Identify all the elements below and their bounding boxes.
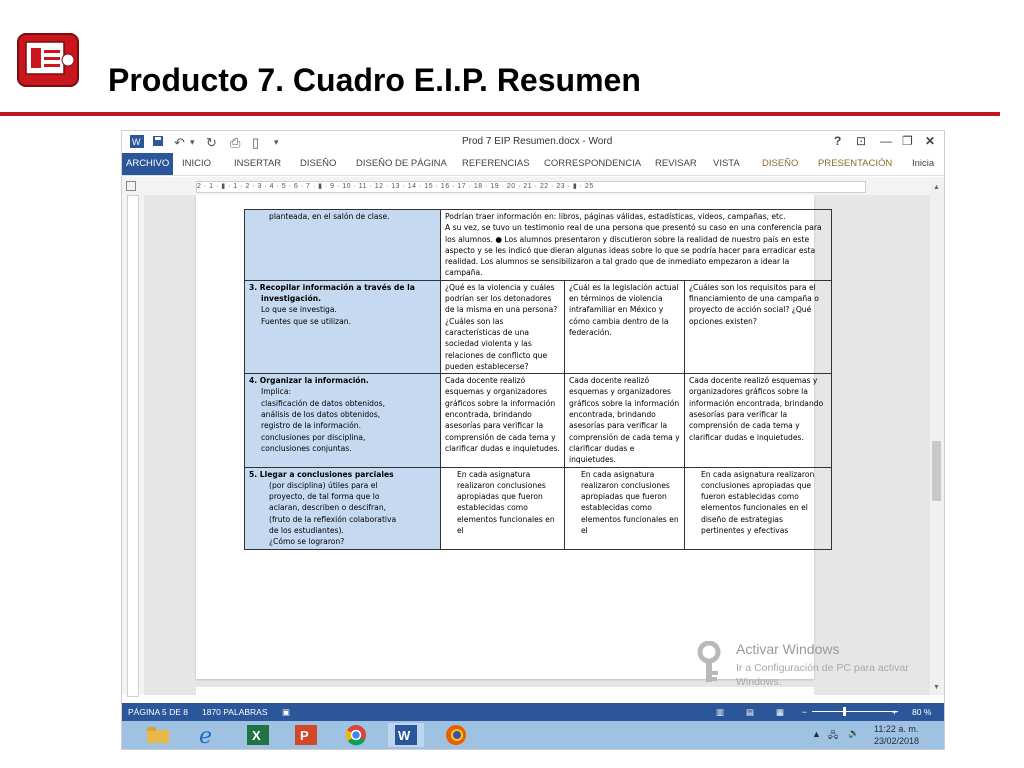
vertical-ruler[interactable] <box>122 195 144 697</box>
activate-title: Activar Windows <box>736 641 840 657</box>
new-doc-icon[interactable]: ▯ <box>252 135 259 151</box>
activate-subtitle: Ir a Configuración de PC para activar Wi… <box>736 662 909 688</box>
excel-icon[interactable]: X <box>240 723 276 747</box>
zoom-out-icon[interactable]: − <box>802 707 807 717</box>
table-row: 4. Organizar la información. Implica: cl… <box>244 373 832 468</box>
word-logo-icon[interactable]: W <box>130 135 144 151</box>
tab-archivo[interactable]: ARCHIVO <box>122 153 174 175</box>
tab-revisar[interactable]: REVISAR <box>655 158 697 169</box>
zoom-level[interactable]: 80 % <box>912 707 931 717</box>
user-sign-in[interactable]: Inicia <box>912 158 934 169</box>
powerpoint-icon[interactable]: P <box>288 723 324 747</box>
slide-title: Producto 7. Cuadro E.I.P. Resumen <box>108 62 641 98</box>
next-page <box>196 687 814 695</box>
tab-selector-icon[interactable] <box>126 181 136 191</box>
table-row: planteada, en el salón de clase. Podrían… <box>244 209 832 281</box>
file-explorer-icon[interactable] <box>140 723 176 747</box>
title-divider <box>0 112 1000 116</box>
key-icon <box>697 641 721 682</box>
word-icon[interactable]: W <box>388 723 424 747</box>
read-mode-icon[interactable]: ▥ <box>716 707 724 718</box>
clock-date[interactable]: 23/02/2018 <box>874 736 919 746</box>
redo-icon[interactable]: ↻ <box>206 135 217 151</box>
scroll-down-icon[interactable]: ▼ <box>932 683 941 692</box>
vertical-scrollbar[interactable]: ▲ ▼ <box>930 181 944 695</box>
show-hidden-icons[interactable]: ▲ <box>812 729 821 739</box>
zoom-slider-thumb[interactable] <box>843 707 846 716</box>
table-cell[interactable]: En cada asignatura realizaron conclusion… <box>684 466 832 550</box>
help-icon[interactable]: ? <box>834 134 841 148</box>
table-cell[interactable]: ¿Cuáles son los requisitos para el finan… <box>684 279 832 375</box>
clock-time[interactable]: 11:22 a. m. <box>874 724 918 734</box>
document-page[interactable]: planteada, en el salón de clase. Podrían… <box>196 195 832 679</box>
table-cell[interactable]: 4. Organizar la información. Implica: cl… <box>244 373 441 468</box>
table-cell[interactable]: Cada docente realizó esquemas y organiza… <box>440 373 565 468</box>
scrollbar-thumb[interactable] <box>932 441 941 501</box>
word-window: W ↶ ▾ ↻ ⎙ ▯ ▾ Prod 7 EIP Resumen.docx - … <box>122 131 944 749</box>
zoom-slider[interactable] <box>812 711 898 712</box>
status-bar: PÁGINA 5 DE 8 1870 PALABRAS ▣ ▥ ▤ ▦ − + … <box>122 703 944 721</box>
save-icon[interactable] <box>152 135 164 150</box>
web-layout-icon[interactable]: ▦ <box>776 707 784 718</box>
document-title: Prod 7 EIP Resumen.docx - Word <box>462 136 613 147</box>
tab-table-diseno[interactable]: DISEÑO <box>762 158 798 169</box>
table-row: 5. Llegar a conclusiones parciales (por … <box>244 466 832 550</box>
word-count[interactable]: 1870 PALABRAS <box>202 707 268 717</box>
table-row: 3. Recopilar información a través de la … <box>244 279 832 375</box>
eip-table: planteada, en el salón de clase. Podrían… <box>244 209 832 550</box>
edge-icon[interactable]: e <box>190 723 226 747</box>
scroll-up-icon[interactable]: ▲ <box>932 183 941 192</box>
firefox-icon[interactable] <box>438 723 474 747</box>
table-cell[interactable]: Cada docente realizó esquemas y organiza… <box>684 373 832 468</box>
undo-icon[interactable]: ↶ <box>174 135 185 151</box>
horizontal-ruler[interactable]: 2 · 1 · ▮ · 1 · 2 · 3 · 4 · 5 · 6 · 7 · … <box>196 181 866 193</box>
table-cell[interactable]: En cada asignatura realizaron conclusion… <box>564 466 685 550</box>
presentation-logo-icon <box>17 33 79 87</box>
tab-diseno-de-pagina[interactable]: DISEÑO DE PÁGINA <box>356 158 447 169</box>
network-icon[interactable]: 🖧 <box>828 728 838 744</box>
proofing-icon[interactable]: ▣ <box>282 707 290 718</box>
customize-icon[interactable]: ▾ <box>274 137 279 148</box>
print-layout-icon[interactable]: ▤ <box>746 707 754 718</box>
svg-text:P: P <box>300 728 309 743</box>
tab-diseno[interactable]: DISEÑO <box>300 158 336 169</box>
volume-icon[interactable]: 🔈 <box>848 728 859 739</box>
table-cell[interactable]: 5. Llegar a conclusiones parciales (por … <box>244 466 441 550</box>
minimize-icon[interactable]: — <box>880 134 892 148</box>
svg-text:X: X <box>252 728 261 743</box>
page-indicator[interactable]: PÁGINA 5 DE 8 <box>128 707 188 717</box>
document-canvas: planteada, en el salón de clase. Podrían… <box>144 195 930 695</box>
table-cell[interactable]: ¿Qué es la violencia y cuáles podrían se… <box>440 279 565 375</box>
svg-text:W: W <box>398 728 411 743</box>
table-cell[interactable]: 3. Recopilar información a través de la … <box>244 279 441 375</box>
table-cell[interactable]: Cada docente realizó esquemas y organiza… <box>564 373 685 468</box>
tab-correspondencia[interactable]: CORRESPONDENCIA <box>544 158 641 169</box>
windows-taskbar: e X P W ▲ 🖧 🔈 11:22 a. m. 23/02/2018 <box>122 721 944 749</box>
print-preview-icon[interactable]: ⎙ <box>230 135 240 151</box>
chrome-icon[interactable] <box>338 723 374 747</box>
tab-vista[interactable]: VISTA <box>713 158 740 169</box>
title-bar: W ↶ ▾ ↻ ⎙ ▯ ▾ Prod 7 EIP Resumen.docx - … <box>122 131 944 153</box>
horizontal-ruler-bar: 2 · 1 · ▮ · 1 · 2 · 3 · 4 · 5 · 6 · 7 · … <box>122 177 944 195</box>
table-cell[interactable]: planteada, en el salón de clase. <box>244 209 441 281</box>
zoom-in-icon[interactable]: + <box>892 707 897 717</box>
table-cell[interactable]: En cada asignatura realizaron conclusion… <box>440 466 565 550</box>
svg-text:W: W <box>132 137 141 147</box>
undo-dropdown-icon[interactable]: ▾ <box>190 137 195 148</box>
ribbon-options-icon[interactable]: ⊡ <box>856 134 866 148</box>
svg-text:e: e <box>199 724 212 746</box>
tab-referencias[interactable]: REFERENCIAS <box>462 158 530 169</box>
tab-insertar[interactable]: INSERTAR <box>234 158 281 169</box>
table-cell[interactable]: ¿Cuál es la legislación actual en términ… <box>564 279 685 375</box>
ribbon-tabs: ARCHIVO INICIO INSERTAR DISEÑO DISEÑO DE… <box>122 153 944 176</box>
table-cell[interactable]: Podrían traer información en: libros, pá… <box>440 209 832 281</box>
tab-presentacion[interactable]: PRESENTACIÓN <box>818 158 892 169</box>
close-icon[interactable]: ✕ <box>925 134 935 148</box>
tab-inicio[interactable]: INICIO <box>182 158 211 169</box>
restore-icon[interactable]: ❐ <box>902 134 913 148</box>
